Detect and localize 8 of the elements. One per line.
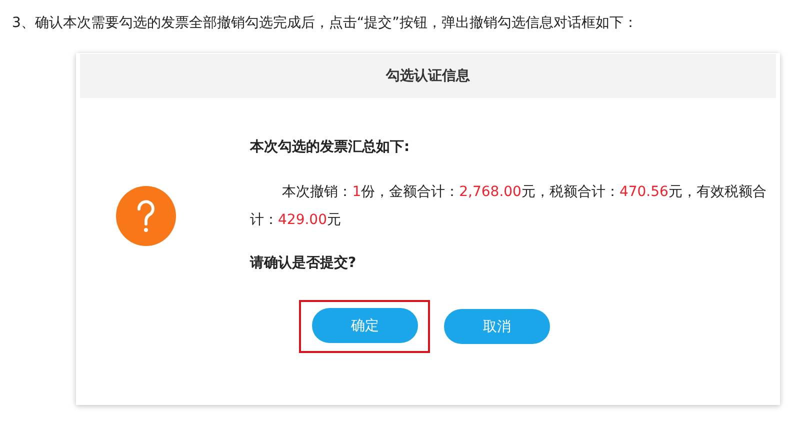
summary-text: 本次撤销：1份，金额合计：2,768.00元，税额合计：470.56元，有效税额合计：429.00元 — [250, 183, 768, 230]
cancel-button[interactable]: 取消 — [444, 309, 550, 344]
dialog-title: 勾选认证信息 — [386, 67, 470, 85]
confirm-question: 请确认是否提交? — [250, 254, 356, 272]
confirm-button[interactable]: 确定 — [312, 308, 418, 343]
summary-heading: 本次勾选的发票汇总如下: — [250, 138, 410, 156]
question-icon — [116, 186, 176, 246]
intro-text: 3、确认本次需要勾选的发票全部撤销勾选完成后，点击“提交”按钮，弹出撤销勾选信息对话框如下： — [12, 14, 638, 33]
